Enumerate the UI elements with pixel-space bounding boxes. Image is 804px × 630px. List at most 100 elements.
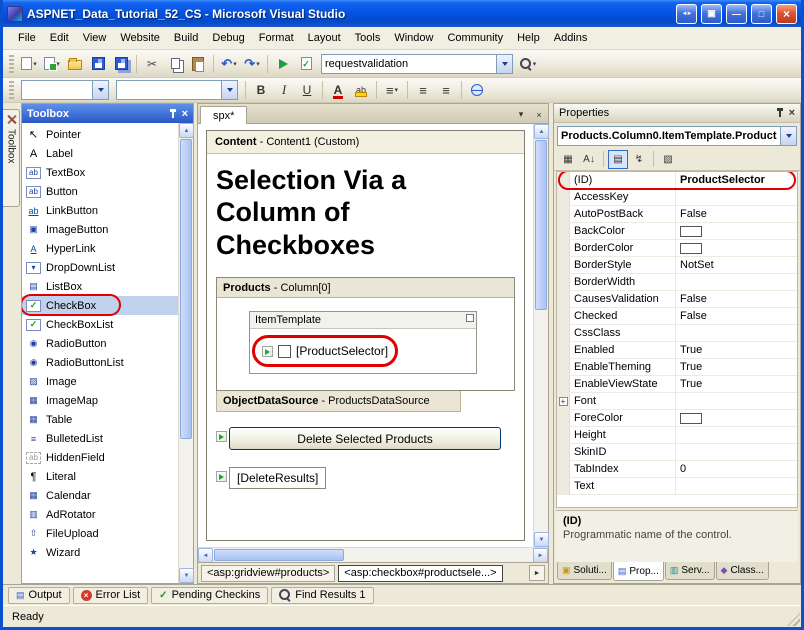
italic-button[interactable]: I	[273, 79, 295, 101]
toolbox-item-literal[interactable]: ¶Literal	[22, 467, 178, 486]
toolbox-item-imagebutton[interactable]: ▣ImageButton	[22, 220, 178, 239]
tab-solution-explorer[interactable]: ▣Soluti...	[557, 562, 612, 580]
property-row-tabindex[interactable]: TabIndex0	[557, 461, 797, 478]
toolbox-item-radiobutton[interactable]: ◉RadioButton	[22, 334, 178, 353]
toolbar-grip[interactable]	[9, 55, 14, 73]
toolbox-item-adrotator[interactable]: ▥AdRotator	[22, 505, 178, 524]
property-row-font[interactable]: +Font	[557, 393, 797, 410]
property-value[interactable]: True	[676, 376, 797, 392]
property-value[interactable]: False	[676, 291, 797, 307]
paste-button[interactable]	[187, 53, 209, 75]
property-row-borderstyle[interactable]: BorderStyleNotSet	[557, 257, 797, 274]
bullet-list-button[interactable]: ≡	[435, 79, 457, 101]
combo-dropdown-button[interactable]	[496, 55, 512, 73]
checkbox-control-icon[interactable]	[278, 345, 291, 358]
numbered-list-button[interactable]: ≡	[412, 79, 434, 101]
delete-selected-products-button[interactable]: Delete Selected Products	[229, 427, 501, 450]
property-value[interactable]	[676, 427, 797, 443]
properties-titlebar[interactable]: Properties ×	[554, 104, 800, 123]
property-value[interactable]: True	[676, 359, 797, 375]
deleteresults-label[interactable]: [DeleteResults]	[229, 467, 326, 489]
toolbox-item-radiobuttonlist[interactable]: ◉RadioButtonList	[22, 353, 178, 372]
toolbox-item-fileupload[interactable]: ⇧FileUpload	[22, 524, 178, 543]
toolbox-item-imagemap[interactable]: ▦ImageMap	[22, 391, 178, 410]
menu-build[interactable]: Build	[167, 29, 205, 47]
toolbox-item-dropdownlist[interactable]: ▾DropDownList	[22, 258, 178, 277]
property-value[interactable]: ProductSelector	[676, 172, 797, 188]
check-page-button[interactable]: ✓	[295, 53, 317, 75]
tab-error-list[interactable]: ×Error List	[73, 587, 149, 604]
undo-button[interactable]: ↶▾	[218, 53, 240, 75]
toolbox-item-checkboxlist[interactable]: ✓CheckBoxList	[22, 315, 178, 334]
toolbox-item-calendar[interactable]: ▦Calendar	[22, 486, 178, 505]
object-selector-combobox[interactable]: Products.Column0.ItemTemplate.Product	[557, 126, 797, 146]
item-template-box[interactable]: ItemTemplate [ProductSelector]	[249, 311, 477, 374]
item-template-header[interactable]: ItemTemplate	[250, 312, 476, 329]
property-row-text[interactable]: Text	[557, 478, 797, 495]
menu-file[interactable]: File	[11, 29, 43, 47]
property-row-enabled[interactable]: EnabledTrue	[557, 342, 797, 359]
toolbox-item-textbox[interactable]: abTextBox	[22, 163, 178, 182]
property-value[interactable]	[676, 274, 797, 290]
find-in-files-button[interactable]: ▾	[517, 53, 539, 75]
bold-button[interactable]: B	[250, 79, 272, 101]
property-row-accesskey[interactable]: AccessKey	[557, 189, 797, 206]
property-value[interactable]	[676, 478, 797, 494]
tab-output[interactable]: ▤Output	[8, 587, 70, 604]
minimize-button[interactable]: —	[726, 4, 747, 24]
property-value[interactable]	[676, 223, 797, 239]
pin-icon[interactable]	[168, 108, 178, 120]
toolbox-item-table[interactable]: ▦Table	[22, 410, 178, 429]
gridview-control[interactable]: Products - Column[0] ItemTemplate	[216, 277, 515, 391]
toolbox-item-hyperlink[interactable]: AHyperLink	[22, 239, 178, 258]
toolbox-scrollbar[interactable]: ▲ ▼	[178, 123, 193, 583]
document-tab-active[interactable]: spx*	[200, 106, 247, 124]
menu-window[interactable]: Window	[387, 29, 440, 47]
scrollbar-thumb[interactable]	[180, 139, 192, 439]
combo-dropdown-button[interactable]	[780, 127, 796, 145]
scrollbar-track[interactable]	[179, 440, 193, 568]
tab-find-results[interactable]: Find Results 1	[271, 587, 373, 604]
menu-format[interactable]: Format	[252, 29, 301, 47]
font-name-combobox[interactable]	[116, 80, 238, 100]
font-color-button[interactable]: A	[327, 79, 349, 101]
new-file-button[interactable]: ▾	[18, 53, 40, 75]
property-value[interactable]	[676, 189, 797, 205]
property-value[interactable]	[676, 325, 797, 341]
highlight-button[interactable]: ab	[350, 79, 372, 101]
toolbox-item-label[interactable]: ALabel	[22, 144, 178, 163]
redo-button[interactable]: ↷▾	[241, 53, 263, 75]
menu-community[interactable]: Community	[440, 29, 510, 47]
property-value[interactable]	[676, 444, 797, 460]
hyperlink-button[interactable]	[466, 79, 488, 101]
property-row-id[interactable]: (ID)ProductSelector	[557, 172, 797, 189]
save-button[interactable]	[87, 53, 109, 75]
tab-server-explorer[interactable]: ▥Serv...	[665, 562, 715, 580]
window-nav-button[interactable]: ◄►	[676, 4, 697, 24]
property-row-autopostback[interactable]: AutoPostBackFalse	[557, 206, 797, 223]
properties-view-button[interactable]: ▤	[608, 150, 628, 169]
toolbox-titlebar[interactable]: Toolbox ×	[22, 104, 193, 123]
combo-dropdown-button[interactable]	[92, 81, 108, 99]
close-icon[interactable]: ×	[182, 108, 188, 120]
menu-edit[interactable]: Edit	[43, 29, 76, 47]
scrollbar-thumb[interactable]	[214, 549, 344, 561]
toolbox-autohide-tab[interactable]: Toolbox	[3, 109, 20, 207]
property-row-cssclass[interactable]: CssClass	[557, 325, 797, 342]
expand-plus-icon[interactable]: +	[559, 397, 568, 406]
content-control-header[interactable]: Content - Content1 (Custom)	[207, 131, 524, 154]
content-control-body[interactable]: Selection Via a Column of Checkboxes Pro…	[207, 154, 524, 540]
property-row-forecolor[interactable]: ForeColor	[557, 410, 797, 427]
toolbar-grip[interactable]	[9, 81, 14, 99]
property-value[interactable]: False	[676, 308, 797, 324]
toolbox-item-listbox[interactable]: ▤ListBox	[22, 277, 178, 296]
property-row-backcolor[interactable]: BackColor	[557, 223, 797, 240]
open-file-button[interactable]	[64, 53, 86, 75]
tab-properties[interactable]: ▤Prop...	[613, 562, 664, 581]
cut-button[interactable]: ✂	[141, 53, 163, 75]
property-row-causesvalidation[interactable]: CausesValidationFalse	[557, 291, 797, 308]
property-row-enableviewstate[interactable]: EnableViewStateTrue	[557, 376, 797, 393]
designer-horizontal-scrollbar[interactable]: ◄ ►	[198, 547, 548, 562]
alphabetical-button[interactable]: A↓	[579, 150, 599, 169]
menu-tools[interactable]: Tools	[348, 29, 388, 47]
